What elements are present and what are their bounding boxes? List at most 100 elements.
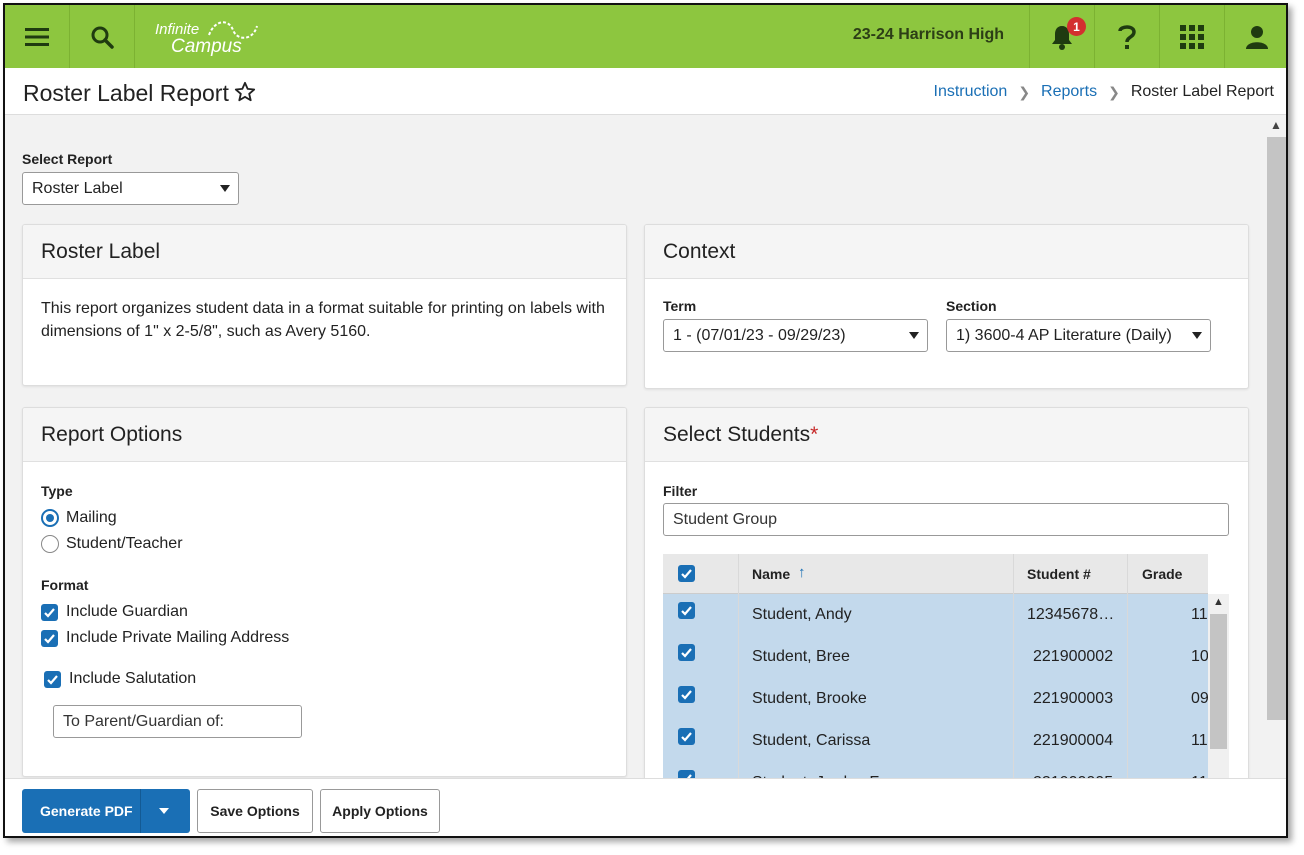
notification-count-badge: 1 bbox=[1067, 17, 1086, 36]
student-number: 221900003 bbox=[1033, 690, 1114, 707]
student-grade: 11 bbox=[1191, 606, 1208, 623]
caret-down-icon[interactable] bbox=[159, 808, 169, 814]
select-all-checkbox[interactable] bbox=[678, 565, 695, 582]
caret-down-icon bbox=[1192, 331, 1202, 339]
filter-label: Filter bbox=[663, 483, 698, 499]
row-checkbox[interactable] bbox=[678, 686, 695, 703]
student-teacher-label[interactable]: Student/Teacher bbox=[66, 535, 183, 553]
breadcrumb-reports[interactable]: Reports bbox=[1041, 83, 1097, 101]
card-header: Context bbox=[645, 225, 1248, 279]
checkmark-icon bbox=[681, 690, 692, 700]
generate-pdf-button[interactable]: Generate PDF bbox=[22, 789, 190, 833]
mailing-radio[interactable] bbox=[41, 509, 59, 527]
student-grade: 09 bbox=[1191, 690, 1209, 707]
row-checkbox[interactable] bbox=[678, 602, 695, 619]
term-label: Term bbox=[663, 298, 697, 314]
school-year-label[interactable]: 23-24 Harrison High bbox=[853, 26, 1004, 44]
checkmark-icon bbox=[681, 648, 692, 658]
filter-value: Student Group bbox=[673, 510, 778, 528]
students-table: Name ↑ Student # Grade Student, Andy 123… bbox=[663, 554, 1229, 786]
sort-ascending-icon[interactable]: ↑ bbox=[798, 564, 806, 581]
row-checkbox[interactable] bbox=[678, 644, 695, 661]
student-name: Student, Andy bbox=[752, 606, 852, 623]
page-title: Roster Label Report bbox=[23, 80, 229, 106]
divider bbox=[134, 5, 135, 68]
include-guardian-label[interactable]: Include Guardian bbox=[66, 603, 188, 621]
context-card: Context Term 1 - (07/01/23 - 09/29/23) S… bbox=[644, 224, 1249, 389]
logo-text-line2: Campus bbox=[171, 36, 242, 57]
chevron-right-icon: ❯ bbox=[1018, 83, 1031, 100]
include-guardian-checkbox[interactable] bbox=[41, 604, 58, 621]
student-number: 221900004 bbox=[1033, 732, 1114, 749]
student-teacher-radio[interactable] bbox=[41, 535, 59, 553]
required-marker: * bbox=[810, 423, 819, 446]
report-description: This report organizes student data in a … bbox=[41, 300, 605, 340]
star-icon[interactable] bbox=[234, 81, 256, 103]
checkmark-icon bbox=[44, 608, 55, 618]
student-name: Student, Brooke bbox=[752, 690, 867, 707]
apps-button[interactable] bbox=[1160, 5, 1224, 68]
page-header: Roster Label Report Instruction ❯ Report… bbox=[5, 68, 1286, 115]
chevron-right-icon: ❯ bbox=[1108, 83, 1120, 100]
row-checkbox[interactable] bbox=[678, 728, 695, 745]
breadcrumb-instruction[interactable]: Instruction bbox=[934, 83, 1008, 101]
caret-down-icon bbox=[909, 331, 919, 339]
column-divider bbox=[1013, 554, 1014, 786]
scroll-up-icon[interactable]: ▲ bbox=[1270, 118, 1282, 132]
card-title: Roster Label bbox=[41, 240, 161, 263]
include-private-mailing-checkbox[interactable] bbox=[41, 630, 58, 647]
select-report-label: Select Report bbox=[22, 151, 113, 167]
search-icon bbox=[91, 26, 114, 49]
roster-label-card: Roster Label This report organizes stude… bbox=[22, 224, 627, 386]
notifications-button[interactable] bbox=[1030, 5, 1094, 68]
column-header-name[interactable]: Name bbox=[752, 566, 790, 582]
select-students-card: Select Students* Filter Student Group Na… bbox=[644, 407, 1249, 787]
help-icon bbox=[1118, 24, 1136, 49]
section-dropdown[interactable]: 1) 3600-4 AP Literature (Daily) bbox=[946, 319, 1211, 352]
scroll-up-icon[interactable]: ▲ bbox=[1213, 596, 1224, 608]
scrollbar-thumb[interactable] bbox=[1210, 614, 1227, 749]
help-button[interactable] bbox=[1095, 5, 1159, 68]
student-name: Student, Carissa bbox=[752, 732, 871, 749]
column-header-student-number[interactable]: Student # bbox=[1027, 566, 1091, 582]
term-value: 1 - (07/01/23 - 09/29/23) bbox=[673, 326, 846, 344]
page-scrollbar[interactable]: ▲ bbox=[1267, 115, 1286, 780]
action-footer: Generate PDF Save Options Apply Options bbox=[5, 778, 1286, 836]
term-dropdown[interactable]: 1 - (07/01/23 - 09/29/23) bbox=[663, 319, 928, 352]
checkmark-icon bbox=[681, 606, 692, 616]
card-title: Context bbox=[663, 240, 736, 263]
include-salutation-checkbox[interactable] bbox=[44, 671, 61, 688]
student-name: Student, Bree bbox=[752, 648, 850, 665]
caret-down-icon bbox=[220, 184, 230, 192]
table-scrollbar[interactable]: ▲ bbox=[1208, 594, 1229, 786]
include-private-mailing-label[interactable]: Include Private Mailing Address bbox=[66, 629, 289, 647]
student-grade: 10 bbox=[1191, 648, 1209, 665]
type-label: Type bbox=[41, 483, 73, 499]
scrollbar-thumb[interactable] bbox=[1267, 137, 1286, 720]
format-label: Format bbox=[41, 577, 89, 593]
top-navigation-bar: Infinite Campus 23-24 Harrison High 1 bbox=[5, 5, 1286, 68]
select-report-value: Roster Label bbox=[32, 179, 123, 197]
menu-button[interactable] bbox=[5, 5, 69, 68]
card-header: Select Students* bbox=[645, 408, 1248, 462]
column-divider bbox=[1127, 554, 1128, 786]
column-header-grade[interactable]: Grade bbox=[1142, 566, 1182, 582]
select-report-dropdown[interactable]: Roster Label bbox=[22, 172, 239, 205]
mailing-label[interactable]: Mailing bbox=[66, 509, 117, 527]
card-header: Roster Label bbox=[23, 225, 626, 279]
student-number: 221900002 bbox=[1033, 648, 1114, 665]
generate-pdf-label: Generate PDF bbox=[40, 803, 133, 819]
include-salutation-label[interactable]: Include Salutation bbox=[69, 670, 196, 688]
checkmark-icon bbox=[681, 732, 692, 742]
section-label: Section bbox=[946, 298, 997, 314]
salutation-input[interactable]: To Parent/Guardian of: bbox=[53, 705, 302, 738]
search-button[interactable] bbox=[70, 5, 134, 68]
section-value: 1) 3600-4 AP Literature (Daily) bbox=[956, 326, 1172, 344]
save-options-button[interactable]: Save Options bbox=[197, 789, 313, 833]
user-account-button[interactable] bbox=[1225, 5, 1286, 68]
filter-input[interactable]: Student Group bbox=[663, 503, 1229, 536]
student-number: 12345678… bbox=[1027, 606, 1115, 623]
apply-options-button[interactable]: Apply Options bbox=[320, 789, 440, 833]
checkmark-icon bbox=[681, 569, 692, 579]
card-title: Report Options bbox=[41, 423, 183, 446]
